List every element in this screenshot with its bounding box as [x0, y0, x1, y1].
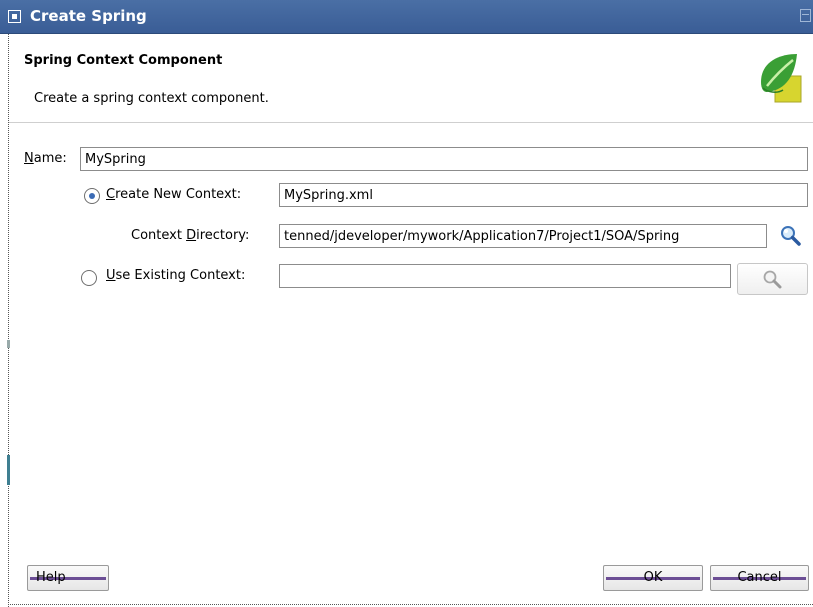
name-label: Name:: [24, 151, 67, 166]
use-existing-context-label[interactable]: Use Existing Context:: [106, 268, 245, 283]
name-input[interactable]: [80, 147, 808, 171]
use-existing-context-radio[interactable]: [81, 270, 97, 286]
header-separator: [9, 122, 813, 123]
window-border-bottom: [8, 604, 813, 606]
new-context-input[interactable]: [279, 183, 808, 207]
maximize-icon[interactable]: [800, 9, 811, 22]
dialog-header: Spring Context Component Create a spring…: [9, 34, 813, 122]
window-title: Create Spring: [30, 7, 147, 25]
context-directory-label: Context Directory:: [131, 228, 250, 243]
help-button[interactable]: Help: [27, 565, 109, 591]
existing-context-input[interactable]: [279, 264, 731, 288]
name-label-text: Name:: [24, 151, 67, 166]
browse-existing-button[interactable]: [737, 263, 808, 295]
create-new-context-radio[interactable]: [84, 188, 100, 204]
resize-handle[interactable]: [7, 455, 10, 485]
magnifier-icon: [763, 270, 782, 289]
header-subtitle: Create a spring context component.: [34, 91, 269, 106]
create-spring-dialog: Create Spring Spring Context Component C…: [0, 0, 813, 607]
ok-button-label: OK: [643, 570, 663, 585]
help-button-label: Help: [36, 570, 66, 585]
magnifier-icon[interactable]: [778, 224, 804, 248]
window-menu-icon[interactable]: [8, 10, 21, 23]
resize-handle-mark: [7, 340, 10, 348]
create-new-context-label[interactable]: Create New Context:: [106, 187, 241, 202]
cancel-button-label: Cancel: [737, 570, 782, 585]
header-title: Spring Context Component: [24, 53, 223, 68]
context-directory-input[interactable]: [279, 224, 767, 248]
cancel-button[interactable]: Cancel: [710, 565, 809, 591]
title-bar[interactable]: Create Spring: [0, 0, 813, 34]
spring-leaf-icon: [761, 54, 802, 103]
ok-button[interactable]: OK: [603, 565, 703, 591]
